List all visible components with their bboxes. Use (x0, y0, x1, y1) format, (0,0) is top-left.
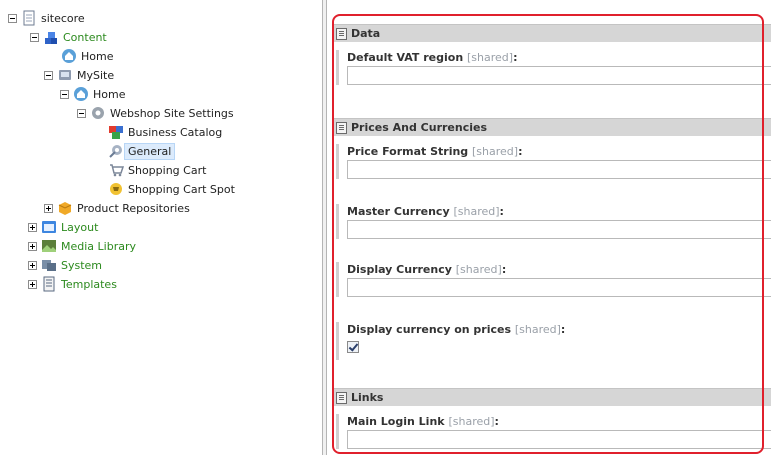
field-label-text: Default VAT region (347, 51, 464, 64)
tree-item-sitecore[interactable]: sitecore (8, 9, 85, 27)
shared-tag: [shared] (472, 145, 519, 158)
shared-tag: [shared] (455, 263, 502, 276)
tree-item-mysite[interactable]: MySite (44, 66, 114, 84)
content-tree: sitecore Content Home MySite Home Websho… (0, 0, 320, 455)
tree-item-label: System (61, 258, 103, 272)
tree-item-home[interactable]: Home (60, 85, 125, 103)
section-prices-and-currencies[interactable]: Prices And Currencies (332, 118, 771, 136)
section-icon (336, 391, 347, 404)
tree-item-product-repositories[interactable]: Product Repositories (44, 199, 190, 217)
system-icon (41, 257, 57, 273)
tree-item-label: Product Repositories (77, 201, 190, 215)
field-label-text: Master Currency (347, 205, 450, 218)
content-editor: Data Default VAT region [shared]: Prices… (328, 0, 771, 455)
shopping-cart-icon (108, 162, 125, 178)
tree-item-webshop-site-settings[interactable]: Webshop Site Settings (77, 104, 234, 122)
collapse-toggle-icon[interactable] (60, 89, 69, 99)
field-display-currency-on-prices: Display currency on prices [shared]: (336, 322, 771, 360)
expand-toggle-icon[interactable] (28, 260, 37, 270)
collapse-toggle-icon[interactable] (8, 13, 17, 23)
collapse-toggle-icon[interactable] (77, 108, 86, 118)
tree-item-label: Business Catalog (128, 125, 223, 139)
collapse-toggle-icon[interactable] (44, 70, 53, 80)
tree-item-label: Templates (61, 277, 117, 291)
tree-item-label: Home (93, 87, 126, 101)
document-icon (21, 10, 37, 26)
template-icon (41, 276, 57, 292)
master-currency-input[interactable] (347, 220, 771, 239)
field-label-text: Display Currency (347, 263, 452, 276)
price-format-string-input[interactable] (347, 160, 771, 179)
display-currency-on-prices-checkbox[interactable] (347, 341, 359, 353)
media-picture-icon (41, 238, 57, 254)
catalog-blocks-icon (108, 124, 124, 140)
section-links[interactable]: Links (332, 388, 771, 406)
tree-item-label: MySite (77, 68, 115, 82)
expand-toggle-icon[interactable] (28, 279, 37, 289)
shared-tag: [shared] (467, 51, 514, 64)
field-label: Master Currency [shared]: (347, 205, 504, 218)
section-title: Data (351, 27, 381, 40)
tree-item-label: Layout (61, 220, 99, 234)
section-data[interactable]: Data (332, 24, 771, 42)
default-vat-region-input[interactable] (347, 66, 771, 85)
tree-item-shopping-cart-spot[interactable]: Shopping Cart Spot (108, 180, 235, 198)
expand-toggle-icon[interactable] (28, 222, 37, 232)
field-label: Default VAT region [shared]: (347, 51, 518, 64)
display-currency-input[interactable] (347, 278, 771, 297)
collapse-toggle-icon[interactable] (30, 32, 39, 42)
field-display-currency: Display Currency [shared]: (336, 262, 771, 297)
site-icon (57, 67, 73, 83)
field-default-vat-region: Default VAT region [shared]: (336, 50, 771, 85)
tree-item-shopping-cart[interactable]: Shopping Cart (108, 161, 206, 179)
tree-item-home[interactable]: Home (61, 47, 113, 65)
tree-item-content[interactable]: Content (30, 28, 107, 46)
tree-item-label: Home (81, 49, 114, 63)
tree-item-system[interactable]: System (28, 256, 102, 274)
field-label: Display currency on prices [shared]: (347, 323, 566, 336)
content-stack-icon (43, 29, 59, 45)
shared-tag: [shared] (453, 205, 500, 218)
tree-item-label: sitecore (41, 11, 85, 25)
tree-item-label: General (124, 142, 176, 160)
tree-item-label: Shopping Cart Spot (128, 182, 235, 196)
section-icon (336, 121, 347, 134)
field-label-text: Display currency on prices (347, 323, 512, 336)
repository-box-icon (57, 200, 73, 216)
field-label: Main Login Link [shared]: (347, 415, 499, 428)
section-title: Links (351, 391, 384, 404)
wrench-settings-icon (108, 143, 124, 159)
pane-splitter[interactable] (322, 0, 327, 455)
field-label-text: Price Format String (347, 145, 469, 158)
tree-item-business-catalog[interactable]: Business Catalog (108, 123, 222, 141)
tree-item-general[interactable]: General (108, 142, 176, 160)
home-icon (73, 86, 89, 102)
tree-item-label: Shopping Cart (128, 163, 207, 177)
tree-item-layout[interactable]: Layout (28, 218, 98, 236)
cart-spot-icon (108, 181, 124, 197)
settings-gear-icon (90, 105, 106, 121)
layout-window-icon (41, 219, 57, 235)
main-login-link-input[interactable] (347, 430, 771, 449)
field-price-format-string: Price Format String [shared]: (336, 144, 771, 179)
field-label: Display Currency [shared]: (347, 263, 507, 276)
expand-toggle-icon[interactable] (28, 241, 37, 251)
shared-tag: [shared] (448, 415, 495, 428)
field-master-currency: Master Currency [shared]: (336, 204, 771, 239)
tree-item-media-library[interactable]: Media Library (28, 237, 136, 255)
home-icon (61, 48, 77, 64)
section-title: Prices And Currencies (351, 121, 488, 134)
field-label-text: Main Login Link (347, 415, 445, 428)
tree-item-templates[interactable]: Templates (28, 275, 117, 293)
tree-item-label: Media Library (61, 239, 136, 253)
shared-tag: [shared] (514, 323, 561, 336)
expand-toggle-icon[interactable] (44, 203, 53, 213)
section-icon (336, 27, 347, 40)
field-main-login-link: Main Login Link [shared]: (336, 414, 771, 449)
field-label: Price Format String [shared]: (347, 145, 523, 158)
tree-item-label: Content (63, 30, 107, 44)
tree-item-label: Webshop Site Settings (110, 106, 234, 120)
